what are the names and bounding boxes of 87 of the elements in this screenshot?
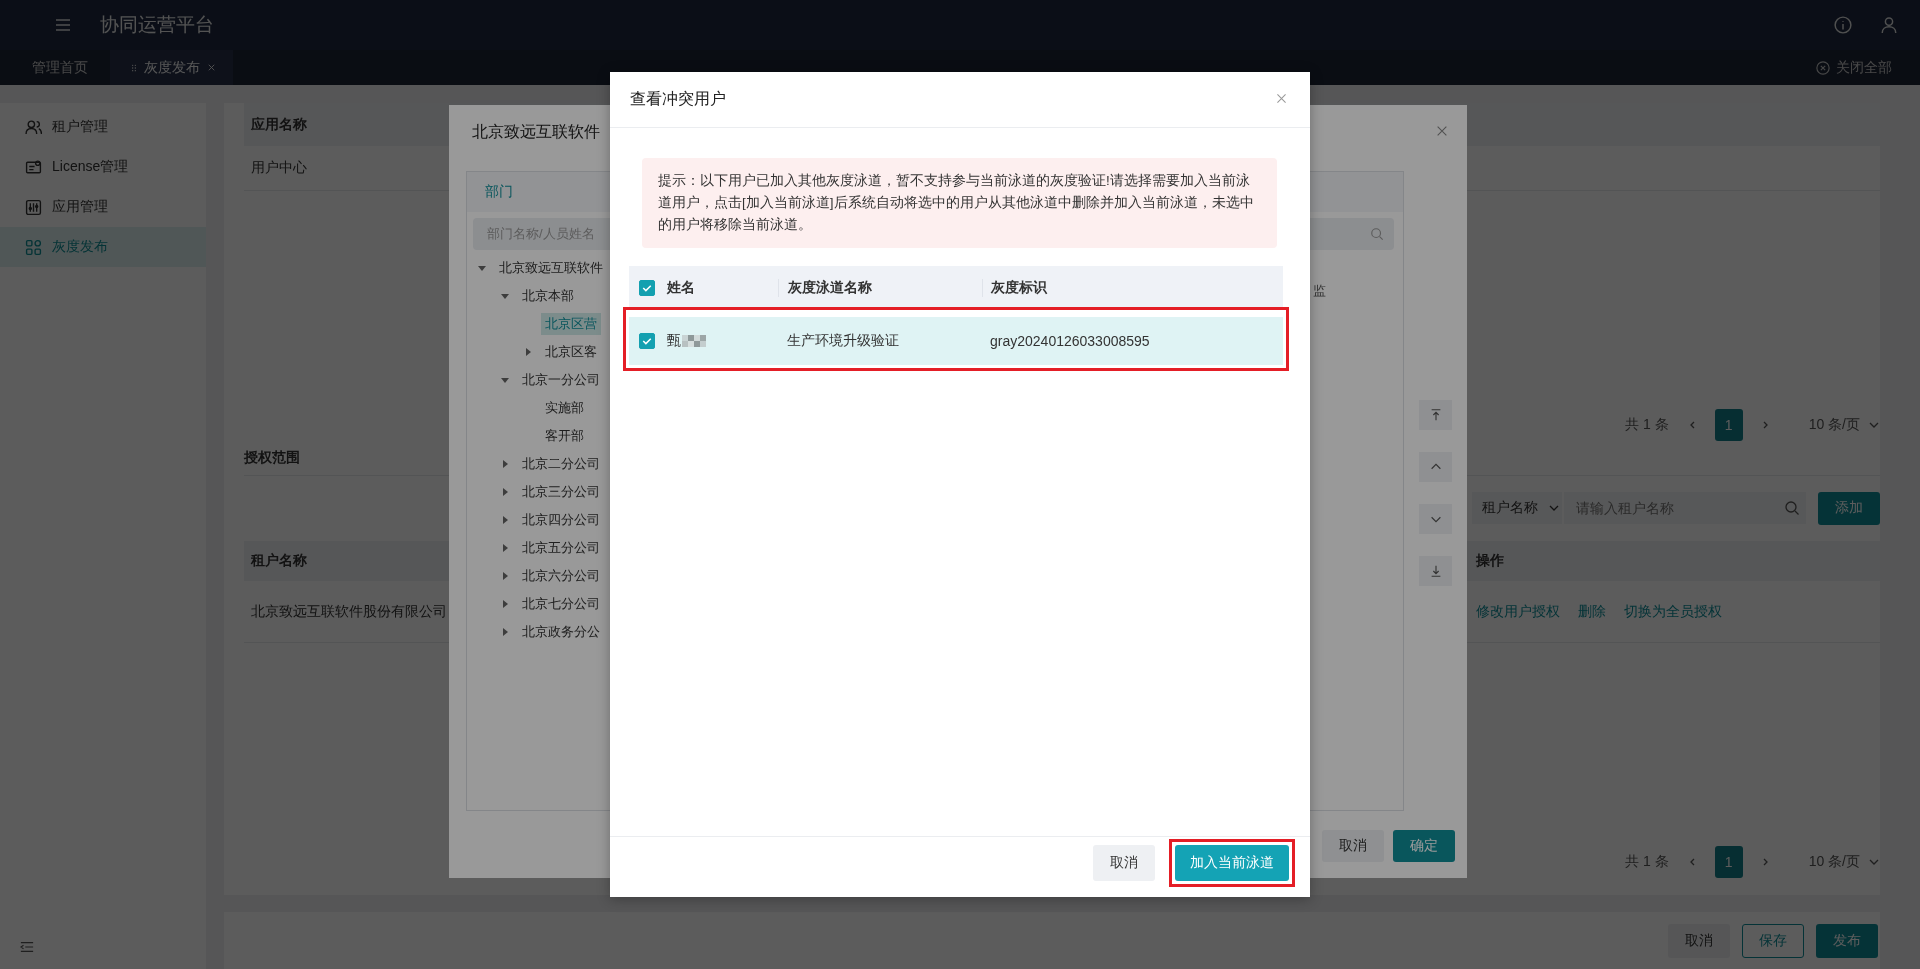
page-button[interactable]: 1 [1714,409,1743,441]
close-icon [206,62,217,73]
menu-icon [54,17,72,33]
caret-right-icon[interactable] [500,627,510,637]
move-top-button[interactable] [1419,400,1452,430]
total-count: 共 1 条 [1625,416,1669,434]
caret-right-icon[interactable] [500,543,510,553]
tree-item[interactable]: 客开部 [541,425,588,447]
column-header: 应用名称 [251,115,307,132]
action-link[interactable]: 删除 [1578,602,1606,621]
table-cell: 用户中心 [251,159,307,175]
sidebar-item[interactable]: 灰度发布 [0,227,206,267]
tree-item[interactable]: 北京二分公司 [518,453,604,475]
page-tab[interactable]: 灰度发布 [110,50,233,85]
dialog-button[interactable]: 取消 [1093,845,1155,881]
field-select[interactable]: 租户名称 [1472,492,1562,524]
search-icon [1783,500,1800,516]
action-link[interactable]: 修改用户授权 [1476,602,1560,621]
tree-item[interactable]: 北京本部 [518,285,578,307]
footer-button[interactable]: 取消 [1668,923,1730,958]
row-checkbox[interactable] [639,333,655,349]
list-item-text: 监 [1313,282,1326,300]
dialog-button[interactable]: 确定 [1393,830,1455,862]
warning-notice: 提示：以下用户已加入其他灰度泳道，暂不支持参与当前泳道的灰度验证!请选择需要加入当前泳道用户，点击[加入当前泳道]后系统自动将选中的用户从其他泳道中删除并加入当前泳道，未选中的用户将移除当前泳道。 [642,158,1277,248]
info-icon [1834,16,1852,34]
user-icon [1880,16,1898,34]
caret-right-icon[interactable] [523,347,533,357]
caret-down-icon[interactable] [500,375,510,385]
tree-item[interactable]: 北京七分公司 [518,593,604,615]
caret-right-icon[interactable] [500,459,510,469]
tree-item[interactable]: 北京政务分公 [518,621,604,643]
caret-right-icon[interactable] [500,487,510,497]
action-link[interactable]: 切换为全员授权 [1624,602,1722,621]
sidebar-item-icon [25,198,42,216]
column-header: 操作 [1476,552,1504,570]
column-header: 姓名 [667,278,695,297]
dialog-title: 查看冲突用户 [630,89,726,109]
tree-item[interactable]: 实施部 [541,397,588,419]
collapse-menu-icon [20,940,34,954]
caret-right-icon[interactable] [500,599,510,609]
section-title: 授权范围 [244,449,300,467]
page-button[interactable]: 1 [1714,846,1743,878]
caret-down-icon[interactable] [477,263,487,273]
page-size-select[interactable]: 10 条/页 [1808,853,1860,871]
tree-item[interactable]: 北京致远互联软件 [495,257,607,279]
tree-item[interactable]: 北京四分公司 [518,509,604,531]
move-bottom-button[interactable] [1419,556,1452,586]
sidebar-item-icon [25,158,42,176]
caret-right-icon[interactable] [500,515,510,525]
column-header: 租户名称 [251,552,307,568]
tree-item[interactable]: 北京三分公司 [518,481,604,503]
select-all-checkbox[interactable] [639,279,655,296]
caret-right-icon[interactable] [500,571,510,581]
table-cell-text: gray20240126033008595 [989,333,1151,349]
search-icon [1370,227,1384,241]
tree-item[interactable]: 北京区客 [541,341,601,363]
tree-item[interactable]: 北京五分公司 [518,537,604,559]
app-title: 协同运营平台 [100,13,214,37]
column-header: 灰度泳道名称 [778,278,982,297]
table-cell: 北京致远互联软件股份有限公司 [251,602,447,619]
footer-button[interactable]: 发布 [1816,923,1878,958]
dialog-button[interactable]: 取消 [1322,830,1384,862]
footer-button[interactable]: 保存 [1742,923,1804,958]
panel-tab[interactable]: 部门 [485,183,513,201]
check-icon [641,335,653,347]
sidebar-item-icon [25,238,42,256]
sidebar-item[interactable]: 租户管理 [0,107,206,147]
table-cell: 甄 [667,332,681,350]
close-circle-icon [1816,60,1830,75]
sidebar-item[interactable]: License管理 [0,147,206,187]
dialog-button[interactable]: 加入当前泳道 [1175,845,1289,881]
tree-item[interactable]: 北京六分公司 [518,565,604,587]
mosaic-drawing [682,335,706,347]
table-row[interactable]: 甄 生产环境升级验证 gray20240126033008595 [629,317,1283,365]
total-count: 共 1 条 [1625,853,1669,871]
table-cell-text: 生产环境升级验证 [786,332,900,350]
caret-down-icon[interactable] [500,291,510,301]
column-header: 灰度标识 [982,278,1283,297]
page-size-select[interactable]: 10 条/页 [1808,416,1860,434]
close-icon [1275,91,1288,105]
tree-item[interactable]: 北京一分公司 [518,369,604,391]
add-button[interactable]: 添加 [1818,491,1880,525]
tree-item[interactable]: 北京区营 [541,313,601,335]
sidebar-item-icon [25,118,42,136]
sidebar-item[interactable]: 应用管理 [0,187,206,227]
search-button[interactable] [1777,492,1806,524]
dialog-title: 北京致远互联软件 [472,122,600,142]
